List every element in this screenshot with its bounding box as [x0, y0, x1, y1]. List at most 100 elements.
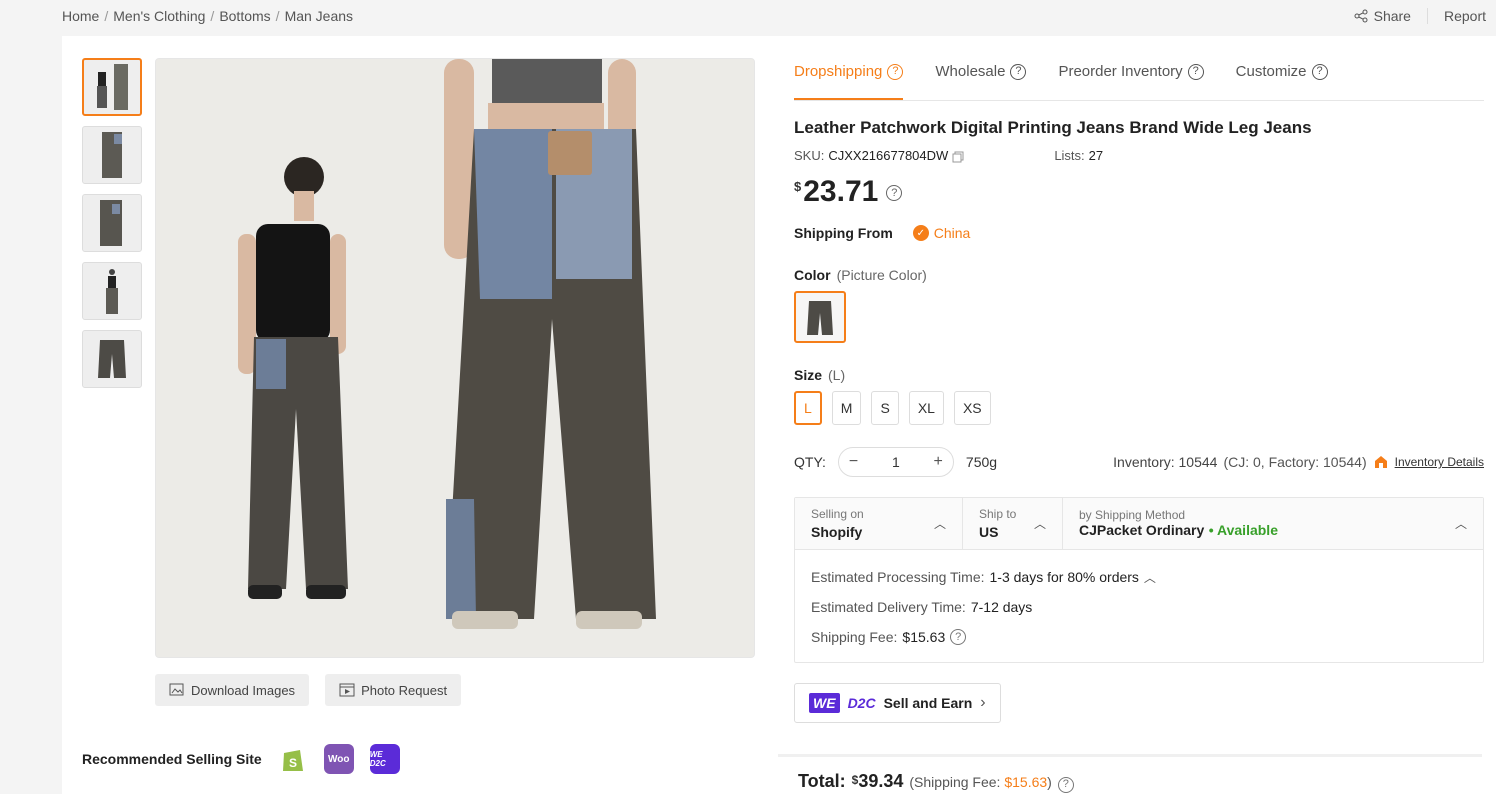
d2c-text: D2C	[847, 695, 876, 711]
price-amount: 23.71	[803, 175, 879, 208]
tab-dropshipping[interactable]: Dropshipping?	[794, 63, 904, 100]
chevron-up-icon: ︿	[1454, 517, 1467, 531]
weight: 750g	[965, 454, 998, 470]
size-value: (L)	[828, 367, 846, 383]
fee-value: $15.63	[902, 629, 946, 645]
we-badge: WE	[809, 693, 840, 713]
report-link[interactable]: Report	[1444, 8, 1486, 24]
quantity-row: QTY: − 1 + 750g Inventory: 10544 (CJ: 0,…	[794, 447, 1484, 477]
size-option[interactable]: L	[794, 391, 822, 425]
breadcrumb-bottoms[interactable]: Bottoms	[219, 8, 270, 24]
availability-status: • Available	[1208, 521, 1278, 538]
tab-preorder-inventory[interactable]: Preorder Inventory?	[1058, 63, 1204, 100]
quantity-stepper: − 1 +	[837, 447, 954, 477]
tab-label: Preorder Inventory	[1058, 63, 1183, 80]
tab-label: Dropshipping	[794, 63, 883, 80]
tab-wholesale[interactable]: Wholesale?	[935, 63, 1027, 100]
total-currency: $	[851, 773, 859, 787]
sku-row: SKU: CJXX216677804DW Lists: 27	[794, 148, 1484, 163]
breadcrumb-mens-clothing[interactable]: Men's Clothing	[113, 8, 205, 24]
share-label: Share	[1373, 8, 1411, 24]
check-icon: ✓	[912, 225, 929, 241]
shipping-details: Estimated Processing Time: 1-3 days for …	[795, 550, 1483, 662]
help-icon[interactable]: ?	[1010, 63, 1027, 80]
thumbnail[interactable]	[82, 126, 142, 184]
shipping-method-label: by Shipping Method	[1079, 507, 1186, 522]
sku-label: SKU:	[794, 148, 825, 163]
selling-on-select[interactable]: Selling on Shopify ︿	[795, 498, 963, 549]
purchase-tabs: Dropshipping? Wholesale? Preorder Invent…	[794, 36, 1484, 101]
total-label: Total:	[798, 771, 846, 791]
quantity-input[interactable]: 1	[892, 454, 900, 470]
help-icon[interactable]: ?	[886, 185, 903, 201]
sell-and-earn-label: Sell and Earn	[883, 695, 973, 711]
chevron-up-icon: ︿	[933, 517, 946, 531]
color-value: (Picture Color)	[836, 267, 927, 283]
tab-label: Customize	[1235, 63, 1307, 80]
woo-icon[interactable]: Woo	[323, 744, 354, 774]
total-bar: Total: $39.34 (Shipping Fee: $15.63) ?	[778, 754, 1482, 793]
ship-to-select[interactable]: Ship to US ︿	[963, 498, 1063, 549]
help-icon[interactable]: ?	[887, 63, 904, 80]
delivery-time: Estimated Delivery Time: 7-12 days	[811, 592, 1467, 622]
inventory: Inventory: 10544 (CJ: 0, Factory: 10544)…	[1113, 454, 1484, 470]
jeans-swatch-icon	[807, 301, 833, 335]
product-title: Leather Patchwork Digital Printing Jeans…	[794, 118, 1312, 137]
shopify-icon[interactable]: S	[277, 744, 308, 774]
svg-text:S: S	[289, 756, 297, 770]
main-product-image[interactable]	[155, 58, 755, 658]
inventory-details-link[interactable]: Inventory Details	[1395, 455, 1484, 469]
decrement-button[interactable]: −	[849, 453, 858, 471]
increment-button[interactable]: +	[934, 453, 943, 471]
thumbnail-list	[82, 58, 142, 388]
breadcrumb-separator: /	[210, 8, 215, 24]
size-option[interactable]: S	[871, 391, 899, 425]
delivery-label: Estimated Delivery Time:	[811, 599, 966, 615]
breadcrumb-home[interactable]: Home	[62, 8, 99, 24]
chevron-up-icon: ︿	[1033, 517, 1046, 531]
product-card: Download Images Photo Request Recommende…	[62, 36, 1496, 794]
inventory-detail: (CJ: 0, Factory: 10544)	[1223, 454, 1367, 470]
total-shipping-fee: (Shipping Fee: $15.63)	[909, 774, 1051, 790]
size-option[interactable]: M	[831, 391, 862, 425]
shipping-method-select[interactable]: by Shipping Method CJPacket Ordinary • A…	[1063, 498, 1483, 549]
copy-icon[interactable]	[952, 151, 964, 163]
shipping-header: Selling on Shopify ︿ Ship to US ︿ by Shi…	[795, 498, 1483, 550]
chevron-up-icon[interactable]: ︿	[1144, 569, 1156, 586]
photo-request-button[interactable]: Photo Request	[325, 674, 462, 706]
color-swatch-picture-color[interactable]	[794, 291, 846, 343]
d2c-sell-and-earn-button[interactable]: WE D2C Sell and Earn ›	[794, 683, 1001, 723]
download-images-button[interactable]: Download Images	[155, 674, 310, 706]
size-section: Size (L)	[794, 367, 1484, 383]
wed2c-icon[interactable]: WE D2C	[369, 744, 400, 774]
total-fee-suffix: )	[1047, 774, 1052, 790]
shipping-from-value: China	[933, 225, 971, 241]
processing-value: 1-3 days for 80% orders	[989, 569, 1139, 585]
help-icon[interactable]: ?	[950, 629, 967, 645]
fee-label: Shipping Fee:	[811, 629, 898, 645]
processing-label: Estimated Processing Time:	[811, 569, 985, 585]
image-actions: Download Images Photo Request	[155, 674, 462, 706]
shipping-box: Selling on Shopify ︿ Ship to US ︿ by Shi…	[794, 497, 1484, 663]
photo-request-icon	[339, 683, 355, 697]
help-icon[interactable]: ?	[1187, 63, 1204, 80]
price-currency: $	[794, 179, 802, 194]
thumbnail[interactable]	[82, 194, 142, 252]
jeans-photo	[156, 59, 754, 657]
help-icon[interactable]: ?	[1057, 776, 1074, 793]
help-icon[interactable]: ?	[1311, 63, 1328, 80]
size-option[interactable]: XL	[908, 391, 944, 425]
product-info-panel: Dropshipping? Wholesale? Preorder Invent…	[794, 36, 1484, 723]
shipping-from: Shipping From ✓ China	[794, 225, 1484, 241]
selling-on-value: Shopify	[811, 524, 863, 540]
size-option[interactable]: XS	[953, 391, 991, 425]
thumbnail[interactable]	[82, 262, 142, 320]
warehouse-icon	[1374, 456, 1387, 468]
shipping-from-china[interactable]: ✓ China	[912, 225, 971, 241]
thumbnail[interactable]	[82, 58, 142, 116]
tab-customize[interactable]: Customize?	[1236, 63, 1328, 100]
breadcrumb-man-jeans[interactable]: Man Jeans	[285, 8, 353, 24]
share-button[interactable]: Share	[1354, 8, 1428, 24]
lists-label: Lists:	[1054, 148, 1085, 163]
thumbnail[interactable]	[82, 330, 142, 388]
